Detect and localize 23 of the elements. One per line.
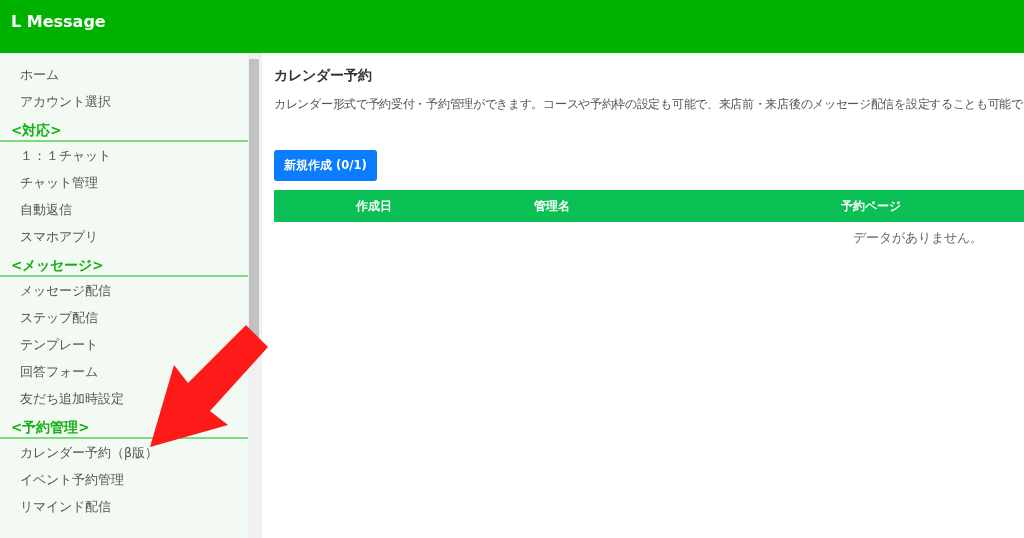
page-title: カレンダー予約 (274, 67, 372, 85)
sidebar-item[interactable]: ステップ配信 (20, 304, 98, 331)
empty-message: データがありません。 (853, 230, 983, 247)
sidebar-item[interactable]: イベント予約管理 (20, 466, 124, 493)
sidebar-item[interactable]: １：１チャット (20, 142, 111, 169)
sidebar-item[interactable]: 回答フォーム (20, 358, 98, 385)
column-header: 予約ページ (841, 197, 901, 215)
sidebar-item[interactable]: チャット管理 (20, 169, 98, 196)
new-button[interactable]: 新規作成 (0/1) (274, 150, 377, 181)
page-description: カレンダー形式で予約受付・予約管理ができます。コースや予約枠の設定も可能で、来店前・来店後のメッセージ配信を設定することも可能で (274, 97, 1023, 112)
column-header: 管理名 (533, 197, 570, 215)
sidebar-item[interactable]: リマインド配信 (20, 493, 111, 520)
sidebar-item[interactable]: ホーム (20, 61, 59, 88)
app-logo: L Message (11, 12, 106, 31)
sidebar-item[interactable]: アカウント選択 (20, 88, 111, 115)
sidebar-item[interactable]: スマホアプリ (20, 223, 98, 250)
scrollbar[interactable] (248, 53, 262, 538)
column-header: 作成日 (356, 197, 392, 215)
sidebar-item[interactable]: メッセージ配信 (20, 277, 111, 304)
sidebar-item[interactable]: 友だち追加時設定 (20, 385, 124, 412)
sidebar-item[interactable]: テンプレート (20, 331, 98, 358)
sidebar-item[interactable]: 自動返信 (20, 196, 72, 223)
sidebar-item[interactable]: カレンダー予約（β版） (20, 439, 158, 466)
